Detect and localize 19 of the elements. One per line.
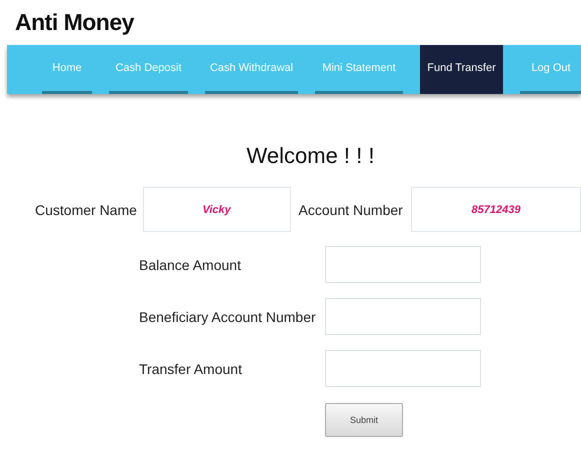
- field-label: Balance Amount: [139, 256, 242, 272]
- submit-button[interactable]: Submit: [325, 403, 403, 437]
- value-field: Vicky: [142, 187, 291, 232]
- field-label: Beneficiary Account Number: [139, 308, 317, 324]
- field-label: Account Number: [298, 202, 404, 218]
- nav-tab[interactable]: Mini Statement: [315, 45, 403, 94]
- input-field[interactable]: [325, 350, 481, 387]
- field-label: Transfer Amount: [139, 360, 243, 376]
- nav-tab[interactable]: Home: [42, 45, 92, 94]
- input-field[interactable]: [325, 298, 481, 335]
- field-label: Customer Name: [35, 202, 138, 218]
- input-field[interactable]: [325, 246, 481, 283]
- value-field: 85712439: [411, 187, 581, 232]
- site-title: Anti Money: [14, 8, 136, 37]
- nav-tab[interactable]: Cash Withdrawal: [205, 45, 298, 94]
- nav-tab[interactable]: Cash Deposit: [109, 45, 188, 94]
- nav-tab[interactable]: Fund Transfer: [420, 45, 503, 94]
- nav-tab[interactable]: Log Out: [520, 45, 581, 94]
- welcome-heading: Welcome ! ! !: [246, 143, 376, 169]
